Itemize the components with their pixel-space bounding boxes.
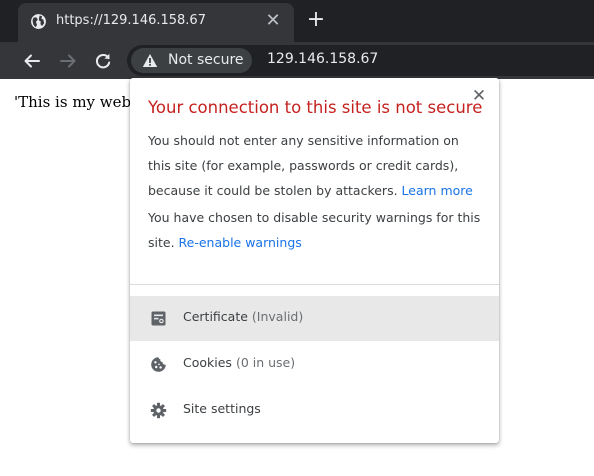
site-settings-label: Site settings: [183, 401, 261, 416]
new-tab-button[interactable]: +: [303, 7, 329, 33]
cookies-label-text: Cookies: [183, 355, 232, 370]
cookie-icon: [151, 357, 166, 372]
forward-button[interactable]: [55, 48, 81, 74]
tab-title: https://129.146.158.67: [56, 13, 206, 28]
bubble-title: Your connection to this site is not secu…: [148, 98, 483, 117]
reload-button[interactable]: [90, 48, 116, 74]
browser-tab[interactable]: https://129.146.158.67 ✕: [18, 3, 294, 42]
certificate-item[interactable]: Certificate (Invalid): [130, 296, 499, 341]
re-enable-warnings-link[interactable]: Re-enable warnings: [179, 235, 302, 250]
cookies-count: (0 in use): [235, 355, 296, 370]
site-settings-item[interactable]: Site settings: [130, 388, 499, 433]
warning-icon: [142, 54, 158, 67]
page-info-bubble: ✕ Your connection to this site is not se…: [130, 78, 499, 443]
tab-close-icon[interactable]: ✕: [262, 10, 284, 32]
security-explanation: You should not enter any sensitive infor…: [148, 128, 484, 203]
reload-icon: [95, 53, 111, 69]
certificate-status: (Invalid): [251, 309, 304, 324]
certificate-label-text: Certificate: [183, 309, 248, 324]
tab-strip: https://129.146.158.67 ✕ +: [0, 0, 594, 42]
globe-icon: [31, 14, 46, 29]
cookies-label: Cookies (0 in use): [183, 355, 295, 370]
toolbar: Not secure 129.146.158.67: [0, 42, 594, 79]
gear-icon: [150, 402, 167, 419]
warnings-disabled-note: You have chosen to disable security warn…: [148, 205, 484, 255]
certificate-icon: [151, 311, 166, 326]
url-text[interactable]: 129.146.158.67: [267, 51, 378, 67]
forward-arrow-icon: [60, 54, 76, 68]
security-chip[interactable]: Not secure: [131, 48, 252, 73]
security-chip-label: Not secure: [168, 52, 244, 68]
page-body-text: 'This is my web: [14, 93, 132, 111]
learn-more-link[interactable]: Learn more: [402, 183, 473, 198]
certificate-label: Certificate (Invalid): [183, 309, 303, 324]
back-button[interactable]: [19, 48, 45, 74]
address-bar[interactable]: Not secure 129.146.158.67: [127, 45, 594, 76]
cookies-item[interactable]: Cookies (0 in use): [130, 342, 499, 387]
divider: [130, 284, 499, 285]
back-arrow-icon: [24, 54, 40, 68]
